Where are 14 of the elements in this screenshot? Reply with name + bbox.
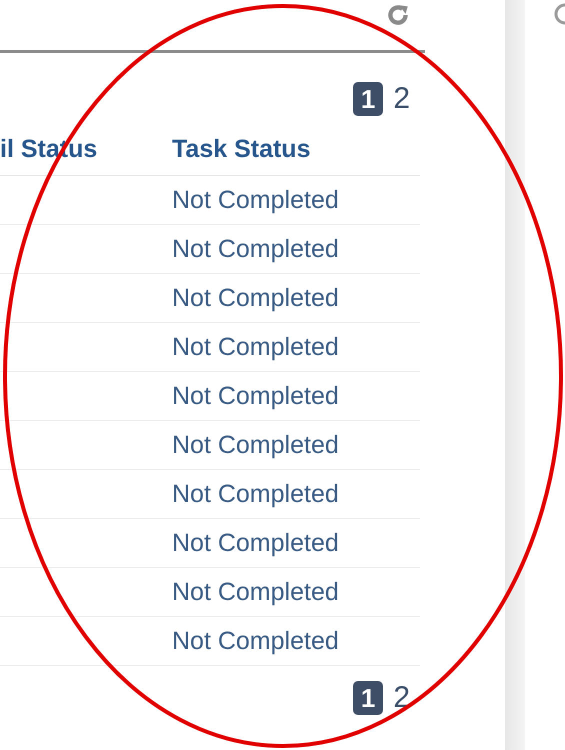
page-link[interactable]: 1 <box>352 681 384 715</box>
table-cell: Not Completed <box>172 578 339 606</box>
table-cell: Not Completed <box>172 332 339 362</box>
table-cell: Not Completed <box>172 382 339 410</box>
page-link[interactable]: 2 <box>393 82 410 116</box>
table-cell: Not Completed <box>172 626 339 656</box>
table-cell: Not Completed <box>172 528 339 558</box>
page-link[interactable]: 1 <box>352 82 384 116</box>
table-cell: Not Completed <box>172 284 339 312</box>
table-cell: Not Completed <box>172 430 339 460</box>
column-header: Task Status <box>172 134 310 164</box>
table-cell: Not Completed <box>172 186 339 214</box>
table-cell: Not Completed <box>172 234 339 264</box>
table-cell: Not Completed <box>172 480 339 508</box>
